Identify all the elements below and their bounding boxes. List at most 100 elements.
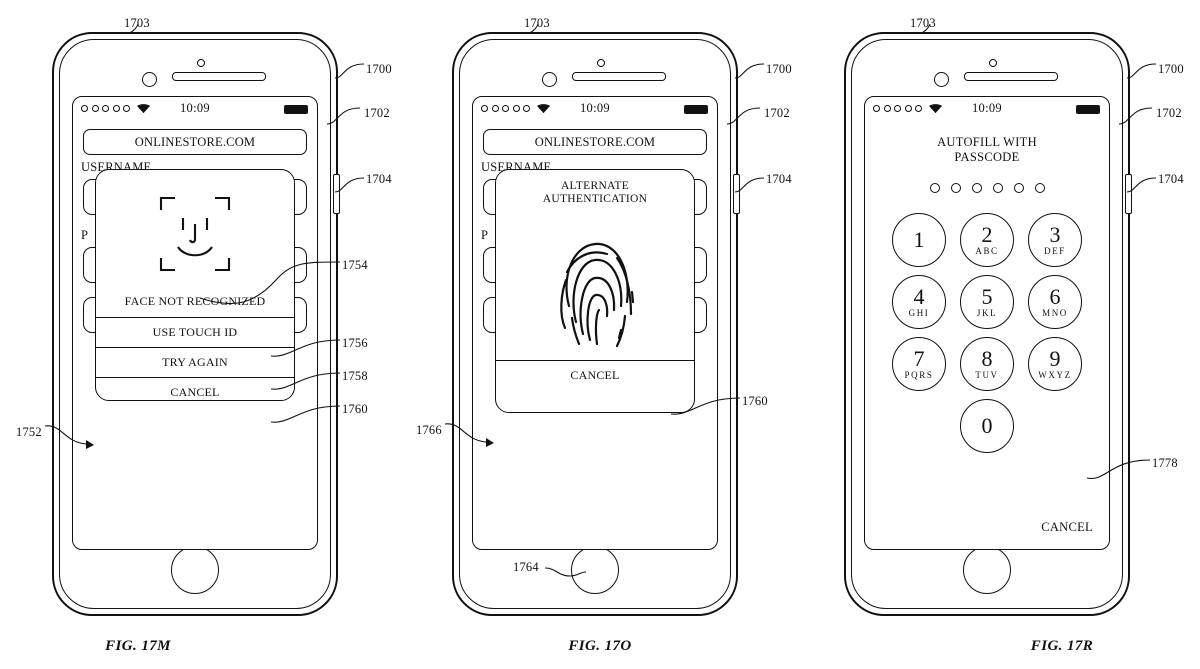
figure-caption-17m: FIG. 17M bbox=[105, 638, 171, 654]
use-touch-id-button[interactable]: USE TOUCH ID bbox=[96, 317, 294, 347]
try-again-button[interactable]: TRY AGAIN bbox=[96, 347, 294, 377]
passcode-dot bbox=[1013, 183, 1024, 193]
passcode-title-line2: PASSCODE bbox=[954, 150, 1020, 164]
passcode-keypad: 1 2 ABC 3 DEF 4 GHI 5 JKL 6 MNO 7 PQRS 8… bbox=[865, 213, 1109, 453]
leader-1766 bbox=[444, 423, 494, 447]
leader-1700 bbox=[334, 63, 365, 79]
display-1702: 10:09 ONLINESTORE.COM USERNAME P ALTERNA… bbox=[472, 96, 718, 550]
keypad-key-7[interactable]: 7 PQRS bbox=[892, 337, 946, 391]
status-time: 10:09 bbox=[972, 101, 1002, 115]
key-number: 1 bbox=[913, 226, 925, 252]
display-1702: 10:09 AUTOFILL WITH PASSCODE 1 2 ABC 3 D… bbox=[864, 96, 1110, 550]
cancel-button[interactable]: CANCEL bbox=[496, 360, 694, 390]
battery-full-icon bbox=[684, 105, 708, 114]
key-number: 6 bbox=[1049, 283, 1061, 309]
keypad-row: 7 PQRS 8 TUV 9 WXYZ bbox=[889, 337, 1085, 391]
ref-1766: 1766 bbox=[416, 423, 442, 437]
keypad-key-8[interactable]: 8 TUV bbox=[960, 337, 1014, 391]
ref-1700: 1700 bbox=[366, 62, 392, 76]
ref-1760: 1760 bbox=[742, 394, 768, 408]
figure-panel-17m: 1703 10:09 ONLINESTORE.COM USERNAME P FA… bbox=[0, 0, 400, 669]
leader-1754 bbox=[199, 261, 341, 305]
sensor-dot-icon bbox=[989, 59, 997, 67]
keypad-key-1[interactable]: 1 bbox=[892, 213, 946, 267]
status-bar: 10:09 bbox=[73, 97, 317, 121]
home-button[interactable] bbox=[171, 546, 219, 594]
figure-panel-17o: 1703 10:09 ONLINESTORE.COM USERNAME P AL… bbox=[400, 0, 800, 669]
key-number: 9 bbox=[1049, 345, 1061, 371]
keypad-key-2[interactable]: 2 ABC bbox=[960, 213, 1014, 267]
key-number: 4 bbox=[913, 283, 925, 309]
home-button[interactable] bbox=[963, 546, 1011, 594]
keypad-row: 1 2 ABC 3 DEF bbox=[889, 213, 1085, 267]
leader-1704 bbox=[734, 177, 765, 193]
ref-1756: 1756 bbox=[342, 336, 368, 350]
front-camera-icon bbox=[142, 72, 157, 87]
key-letters: DEF bbox=[1044, 245, 1066, 256]
sensor-dot-icon bbox=[597, 59, 605, 67]
keypad-key-4[interactable]: 4 GHI bbox=[892, 275, 946, 329]
cancel-button[interactable]: CANCEL bbox=[96, 377, 294, 400]
status-time: 10:09 bbox=[580, 101, 610, 115]
ref-1758: 1758 bbox=[342, 369, 368, 383]
leader-1760 bbox=[670, 397, 741, 415]
keypad-key-9[interactable]: 9 WXYZ bbox=[1028, 337, 1082, 391]
leader-1704 bbox=[1126, 177, 1157, 193]
keypad-key-6[interactable]: 6 MNO bbox=[1028, 275, 1082, 329]
ref-1778: 1778 bbox=[1152, 456, 1178, 470]
device-body-1700: 10:09 ONLINESTORE.COM USERNAME P FACE NO… bbox=[52, 32, 340, 616]
status-time: 10:09 bbox=[180, 101, 210, 115]
figure-caption-17r: FIG. 17R bbox=[1030, 638, 1094, 654]
front-camera-icon bbox=[934, 72, 949, 87]
keypad-row: 0 bbox=[889, 399, 1085, 453]
keypad-key-5[interactable]: 5 JKL bbox=[960, 275, 1014, 329]
front-camera-icon bbox=[542, 72, 557, 87]
password-label: P bbox=[481, 228, 489, 242]
dialog-title-line1: ALTERNATE bbox=[560, 180, 630, 192]
alternate-authentication-dialog: ALTERNATE AUTHENTICATION CANCEL bbox=[495, 169, 695, 413]
ref-1700: 1700 bbox=[1158, 62, 1184, 76]
ref-1700: 1700 bbox=[766, 62, 792, 76]
key-number: 2 bbox=[981, 221, 993, 247]
leader-1760 bbox=[270, 405, 341, 423]
passcode-dot bbox=[929, 183, 940, 193]
key-letters: MNO bbox=[1042, 307, 1068, 318]
dialog-title-line2: AUTHENTICATION bbox=[542, 193, 648, 205]
ref-1704: 1704 bbox=[766, 172, 792, 186]
leader-1704 bbox=[334, 177, 365, 193]
status-bar: 10:09 bbox=[865, 97, 1109, 121]
ref-1703: 1703 bbox=[124, 16, 150, 30]
key-letters: JKL bbox=[976, 307, 998, 318]
ref-1703: 1703 bbox=[910, 16, 936, 30]
url-text: ONLINESTORE.COM bbox=[134, 134, 256, 149]
earpiece-speaker bbox=[964, 72, 1058, 81]
url-bar[interactable]: ONLINESTORE.COM bbox=[83, 129, 307, 155]
battery-full-icon bbox=[284, 105, 308, 114]
key-number: 0 bbox=[981, 412, 993, 438]
keypad-key-0[interactable]: 0 bbox=[960, 399, 1014, 453]
passcode-dot bbox=[1034, 183, 1045, 193]
keypad-key-3[interactable]: 3 DEF bbox=[1028, 213, 1082, 267]
fingerprint-icon bbox=[496, 210, 694, 360]
leader-1764 bbox=[544, 567, 587, 577]
ref-1703: 1703 bbox=[524, 16, 550, 30]
ref-1702: 1702 bbox=[764, 106, 790, 120]
earpiece-speaker bbox=[172, 72, 266, 81]
leader-1702 bbox=[1118, 107, 1153, 125]
leader-1702 bbox=[326, 107, 361, 125]
ref-1704: 1704 bbox=[366, 172, 392, 186]
passcode-cancel-button[interactable]: CANCEL bbox=[1041, 520, 1093, 535]
ref-1752: 1752 bbox=[16, 425, 42, 439]
key-letters: GHI bbox=[908, 307, 930, 318]
leader-1758 bbox=[270, 372, 341, 390]
url-bar[interactable]: ONLINESTORE.COM bbox=[483, 129, 707, 155]
leader-1756 bbox=[270, 339, 341, 357]
ref-1702: 1702 bbox=[364, 106, 390, 120]
ref-1702: 1702 bbox=[1156, 106, 1182, 120]
key-number: 8 bbox=[981, 345, 993, 371]
key-letters: ABC bbox=[975, 245, 999, 256]
sensor-dot-icon bbox=[197, 59, 205, 67]
passcode-dot bbox=[992, 183, 1003, 193]
leader-1702 bbox=[726, 107, 761, 125]
leader-1700 bbox=[1126, 63, 1157, 79]
